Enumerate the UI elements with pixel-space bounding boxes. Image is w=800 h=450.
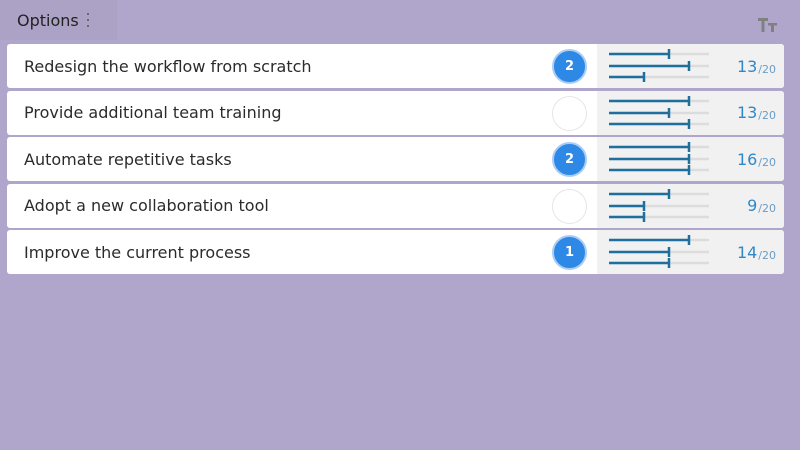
score-value: 13/20 (737, 44, 776, 88)
options-list: Redesign the workflow from scratch 2 13/… (7, 44, 784, 277)
score-number: 16 (736, 149, 758, 169)
score-panel: 16/20 (597, 137, 784, 181)
rank-badge[interactable]: 2 (552, 142, 587, 177)
option-label: Automate repetitive tasks (24, 149, 232, 169)
score-max: /20 (758, 202, 776, 215)
score-number: 14 (736, 242, 758, 262)
options-title: Options (17, 10, 79, 30)
score-value: 16/20 (737, 137, 776, 181)
option-label: Adopt a new collaboration tool (24, 196, 269, 215)
score-panel: 9/20 (597, 183, 784, 228)
score-number: 13 (736, 56, 758, 76)
option-label: Provide additional team training (24, 103, 282, 122)
rank-badge[interactable] (552, 188, 587, 224)
score-bars (609, 95, 709, 129)
score-value: 13/20 (737, 91, 776, 135)
option-row: Improve the current process 1 14/20 (7, 230, 784, 274)
option-row: Adopt a new collaboration tool 9/20 (7, 183, 784, 228)
score-max: /20 (758, 248, 776, 262)
option-label: Improve the current process (24, 242, 251, 262)
option-label: Redesign the workflow from scratch (24, 56, 312, 76)
score-max: /20 (758, 109, 776, 122)
score-bars (609, 142, 709, 175)
score-number: 13 (736, 103, 758, 122)
score-value: 9/20 (747, 184, 776, 228)
rank-badge[interactable]: 1 (552, 235, 587, 270)
score-panel: 13/20 (597, 90, 784, 135)
score-bars (609, 49, 709, 82)
score-max: /20 (758, 62, 776, 76)
options-header: Options (0, 0, 117, 40)
option-row: Redesign the workflow from scratch 2 13/… (7, 44, 784, 88)
score-value: 14/20 (737, 230, 776, 274)
more-options-icon[interactable] (86, 13, 90, 27)
score-bars (609, 188, 709, 222)
text-size-icon[interactable] (757, 15, 779, 35)
option-row: Automate repetitive tasks 2 16/20 (7, 137, 784, 181)
score-number: 9 (747, 196, 758, 215)
option-row: Provide additional team training 13/20 (7, 90, 784, 135)
score-panel: 13/20 (597, 44, 784, 88)
score-bars (609, 235, 709, 268)
score-panel: 14/20 (597, 230, 784, 274)
rank-badge[interactable] (552, 95, 587, 131)
rank-badge[interactable]: 2 (552, 49, 587, 84)
score-max: /20 (758, 155, 776, 169)
